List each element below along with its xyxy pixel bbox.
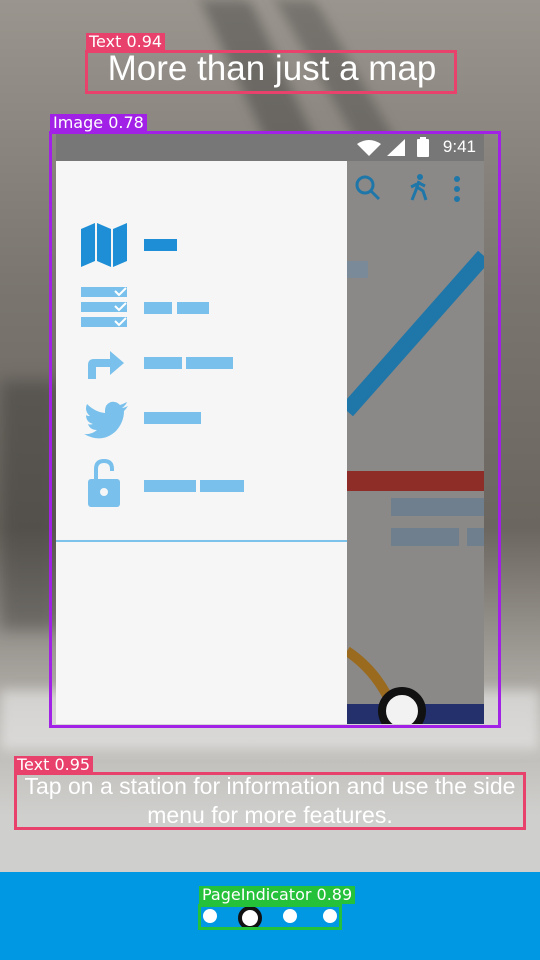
map-preview [347, 161, 484, 724]
map-lines [347, 250, 484, 724]
menu-label-placeholder [144, 357, 182, 369]
menu-label-placeholder [144, 412, 201, 424]
twitter-icon [84, 401, 128, 439]
status-bar: 9:41 [56, 134, 484, 161]
menu-label-placeholder [144, 480, 196, 492]
detection-label-description: Text 0.95 [14, 756, 94, 774]
page-indicator-dot[interactable] [323, 909, 337, 923]
drawer-divider [56, 540, 347, 542]
page-indicator-dot-active[interactable] [238, 906, 262, 930]
menu-label-placeholder [200, 480, 244, 492]
page-indicator-dot[interactable] [283, 909, 297, 923]
wifi-icon [357, 140, 381, 156]
phone-illustration: 9:41 [56, 134, 484, 724]
status-time: 9:41 [442, 137, 476, 156]
menu-label-placeholder [144, 302, 172, 314]
menu-label-placeholder [144, 239, 177, 251]
menu-label-placeholder [177, 302, 209, 314]
background-blur [0, 380, 60, 630]
onboarding-description: Tap on a station for information and use… [24, 773, 516, 828]
onboarding-title: More than just a map [107, 49, 437, 88]
menu-label-placeholder [186, 357, 233, 369]
share-arrow-icon [88, 351, 124, 379]
detection-label-image: Image 0.78 [50, 114, 147, 132]
signal-icon [387, 139, 405, 156]
detection-label-page-indicator: PageIndicator 0.89 [199, 886, 356, 904]
page-indicator-dot[interactable] [203, 909, 217, 923]
side-menu-drawer [56, 161, 347, 724]
map-icon [81, 223, 127, 267]
lock-open-icon [88, 459, 120, 507]
checklist-icon [81, 287, 127, 327]
battery-icon [417, 137, 429, 157]
detection-label-title: Text 0.94 [86, 33, 166, 51]
